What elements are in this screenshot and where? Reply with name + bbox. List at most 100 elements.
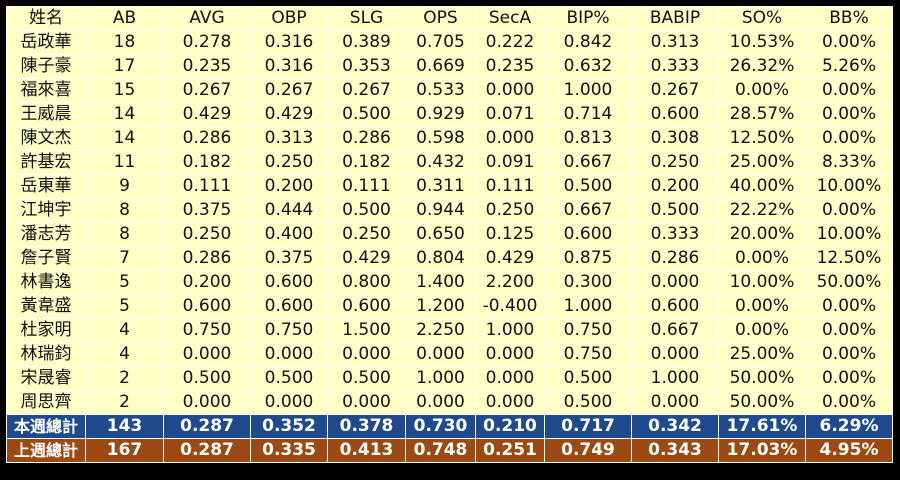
column-header: SLG — [327, 6, 406, 31]
stat-cell: 0.00% — [805, 198, 893, 223]
stat-cell: 25.00% — [718, 342, 806, 367]
stat-cell: 0.286 — [327, 126, 406, 151]
player-name-cell: 岳政華 — [6, 30, 86, 55]
stat-cell: 0.000 — [250, 342, 328, 367]
total-stat-cell: 0.342 — [631, 414, 719, 439]
column-header: OBP — [250, 6, 328, 31]
column-header: BB% — [805, 6, 893, 31]
stat-cell: 0.316 — [250, 30, 328, 55]
stat-cell: 0.500 — [327, 102, 406, 127]
total-stat-cell: 0.251 — [475, 438, 545, 463]
stat-cell: 50.00% — [718, 366, 806, 391]
stat-cell: 0.750 — [250, 318, 328, 343]
stat-cell: 1.500 — [327, 318, 406, 343]
stat-cell: 5 — [85, 294, 164, 319]
stat-cell: 4 — [85, 342, 164, 367]
stat-cell: 0.842 — [544, 30, 632, 55]
stat-cell: 0.500 — [327, 366, 406, 391]
stat-cell: 0.667 — [631, 318, 719, 343]
stat-cell: 8 — [85, 198, 164, 223]
stat-cell: 2.250 — [405, 318, 476, 343]
player-name-cell: 陳子豪 — [6, 54, 86, 79]
player-name-cell: 許基宏 — [6, 150, 86, 175]
column-header: AB — [85, 6, 164, 31]
stat-cell: 0.00% — [805, 30, 893, 55]
stat-cell: 0.286 — [631, 246, 719, 271]
stat-cell: 22.22% — [718, 198, 806, 223]
total-stat-cell: 0.730 — [405, 414, 476, 439]
player-name-cell: 周思齊 — [6, 390, 86, 415]
total-stat-cell: 0.287 — [163, 438, 251, 463]
total-stat-cell: 4.95% — [805, 438, 893, 463]
stat-cell: 0.632 — [544, 54, 632, 79]
table-row: 江坤宇 8 0.375 0.444 0.500 0.944 0.250 0.667 0.500 2… — [6, 198, 893, 223]
stat-cell: 0.500 — [327, 198, 406, 223]
stat-cell: 0.235 — [475, 54, 545, 79]
stat-cell: 0.250 — [631, 150, 719, 175]
table-header: 姓名 AB AVG OBP SLG OPS SecA BIP% BABIP SO% BB% — [6, 6, 893, 31]
stat-cell: 0.00% — [805, 390, 893, 415]
total-stat-cell: 6.29% — [805, 414, 893, 439]
stat-cell: 0.00% — [805, 318, 893, 343]
header-row: 姓名 AB AVG OBP SLG OPS SecA BIP% BABIP SO% BB% — [6, 6, 893, 31]
stat-cell: 0.00% — [805, 78, 893, 103]
column-header: SO% — [718, 6, 806, 31]
stat-cell: 1.000 — [631, 366, 719, 391]
column-header: BIP% — [544, 6, 632, 31]
stat-cell: 0.286 — [163, 246, 251, 271]
stat-cell: 0.650 — [405, 222, 476, 247]
player-name-cell: 林瑞鈞 — [6, 342, 86, 367]
table-row: 岳東華 9 0.111 0.200 0.111 0.311 0.111 0.500 0.200 4… — [6, 174, 893, 199]
stat-cell: 0.600 — [327, 294, 406, 319]
column-header: SecA — [475, 6, 545, 31]
stat-cell: 0.705 — [405, 30, 476, 55]
stat-cell: 17 — [85, 54, 164, 79]
stat-cell: 5.26% — [805, 54, 893, 79]
column-header: OPS — [405, 6, 476, 31]
stat-cell: 0.000 — [163, 390, 251, 415]
stat-cell: 0.278 — [163, 30, 251, 55]
stat-cell: 1.000 — [544, 294, 632, 319]
stat-cell: 0.875 — [544, 246, 632, 271]
stat-cell: 1.000 — [405, 366, 476, 391]
stat-cell: 0.533 — [405, 78, 476, 103]
stat-cell: 0.000 — [475, 342, 545, 367]
table-row: 潘志芳 8 0.250 0.400 0.250 0.650 0.125 0.600 0.333 2… — [6, 222, 893, 247]
stat-cell: 0.00% — [718, 246, 806, 271]
stat-cell: 0.600 — [250, 294, 328, 319]
stat-cell: 0.222 — [475, 30, 545, 55]
player-name-cell: 杜家明 — [6, 318, 86, 343]
stat-cell: 0.235 — [163, 54, 251, 79]
table-row: 王威晨 14 0.429 0.429 0.500 0.929 0.071 0.714 0.600… — [6, 102, 893, 127]
player-name-cell: 江坤宇 — [6, 198, 86, 223]
stat-cell: 0.400 — [250, 222, 328, 247]
stat-cell: 0.267 — [250, 78, 328, 103]
player-name-cell: 黃韋盛 — [6, 294, 86, 319]
stat-cell: 0.000 — [631, 390, 719, 415]
stat-cell: 14 — [85, 102, 164, 127]
table-row: 岳政華 18 0.278 0.316 0.389 0.705 0.222 0.842 0.313… — [6, 30, 893, 55]
stat-cell: 0.000 — [405, 390, 476, 415]
stat-cell: 0.500 — [163, 366, 251, 391]
stat-cell: 0.200 — [631, 174, 719, 199]
stat-cell: 2 — [85, 366, 164, 391]
stat-cell: 4 — [85, 318, 164, 343]
stat-cell: 9 — [85, 174, 164, 199]
player-name-cell: 王威晨 — [6, 102, 86, 127]
stat-cell: 0.308 — [631, 126, 719, 151]
stat-cell: 0.091 — [475, 150, 545, 175]
stat-cell: 0.714 — [544, 102, 632, 127]
stat-cell: 0.182 — [163, 150, 251, 175]
total-stat-cell: 17.61% — [718, 414, 806, 439]
stat-cell: 0.500 — [544, 366, 632, 391]
total-stat-cell: 167 — [85, 438, 164, 463]
stat-cell: 10.00% — [805, 222, 893, 247]
stat-cell: 1.000 — [544, 78, 632, 103]
total-stat-cell: 143 — [85, 414, 164, 439]
column-header: BABIP — [631, 6, 719, 31]
stat-cell: 0.600 — [544, 222, 632, 247]
stat-cell: 8.33% — [805, 150, 893, 175]
stat-cell: 11 — [85, 150, 164, 175]
stat-cell: 0.00% — [718, 318, 806, 343]
stat-cell: 0.000 — [475, 126, 545, 151]
